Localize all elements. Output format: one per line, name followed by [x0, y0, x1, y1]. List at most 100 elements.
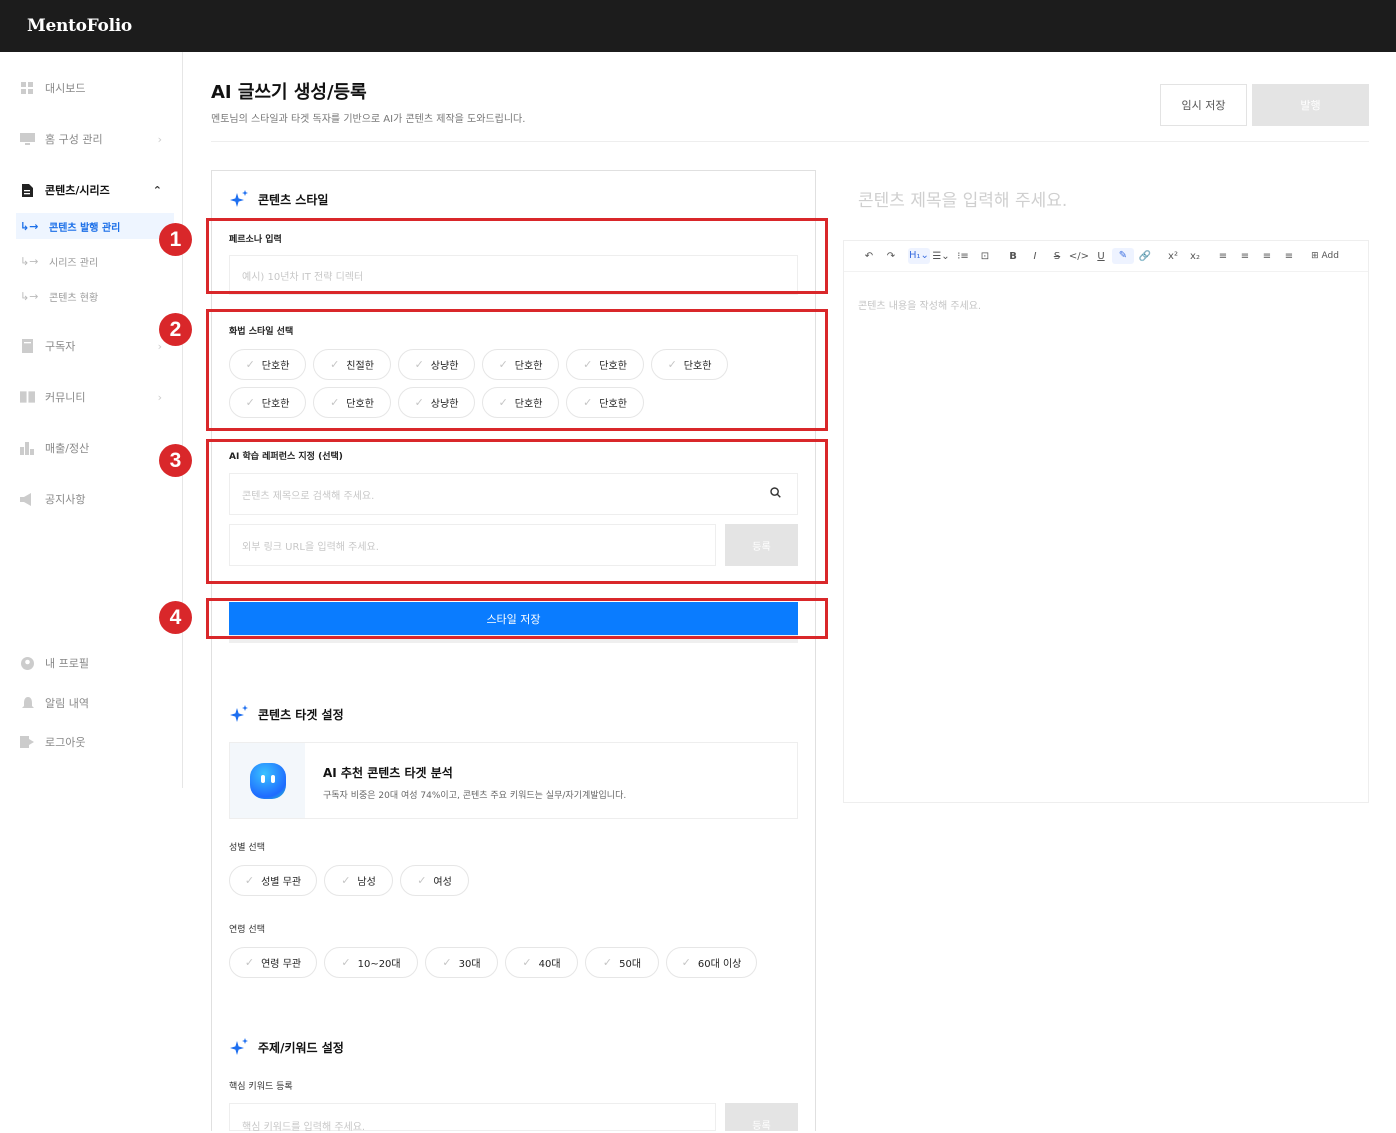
style-section-title: 콘텐츠 스타일 — [230, 190, 328, 208]
sidebar-item-label: 내 프로필 — [45, 657, 89, 670]
sidebar-item-label: 커뮤니티 — [45, 391, 86, 404]
align-center-icon[interactable]: ≡ — [1234, 251, 1256, 262]
sub-arrow-icon: ↳→ — [20, 254, 39, 268]
header-divider — [211, 141, 1369, 142]
ai-target-card: AI 추천 콘텐츠 타겟 분석 구독자 비중은 20대 여성 74%이고, 콘텐… — [229, 742, 798, 819]
sparkle-icon — [230, 1038, 250, 1056]
chip-label: 60대 이상 — [697, 959, 742, 970]
redo-icon[interactable]: ↷ — [880, 251, 902, 262]
blockquote-icon[interactable]: ⁝≡ — [952, 251, 974, 262]
age-chip[interactable]: ✓ 30대 — [425, 947, 498, 978]
sidebar-item-label: 매출/정산 — [45, 442, 90, 455]
sidebar-subitem-publish[interactable]: ↳→ 콘텐츠 발행 관리 — [16, 213, 174, 239]
editor-body-placeholder[interactable]: 콘텐츠 내용을 작성해 주세요. — [858, 297, 981, 312]
highlight-icon[interactable]: ✎ — [1112, 248, 1134, 264]
sparkle-icon — [230, 705, 250, 723]
chevron-right-icon: › — [157, 339, 162, 353]
chevron-right-icon: › — [157, 132, 162, 146]
chip-label: 30대 — [458, 959, 481, 970]
code-block-icon[interactable]: ⊡ — [974, 251, 996, 262]
subscriber-icon — [20, 339, 35, 353]
chip-label: 성별 무관 — [261, 877, 302, 888]
dashboard-icon — [20, 81, 35, 95]
list-icon[interactable]: ☰⌄ — [930, 251, 952, 262]
undo-icon[interactable]: ↶ — [858, 251, 880, 262]
publish-button[interactable]: 발행 — [1252, 84, 1369, 126]
age-chip[interactable]: ✓ 연령 무관 — [229, 947, 317, 978]
page-title: AI 글쓰기 생성/등록 — [211, 82, 367, 103]
heading-icon[interactable]: H₁⌄ — [908, 248, 930, 264]
document-icon — [20, 183, 35, 197]
page-description: 멘토님의 스타일과 타겟 독자를 기반으로 AI가 콘텐츠 제작을 도와드립니다… — [211, 114, 526, 125]
check-icon: ✓ — [442, 956, 452, 969]
check-icon: ✓ — [244, 956, 255, 969]
sidebar-subitem-status[interactable]: ↳→ 콘텐츠 현황 — [16, 283, 174, 309]
chip-label: 10~20대 — [357, 959, 401, 970]
sidebar-item-notifications[interactable]: 알림 내역 — [20, 693, 170, 713]
age-chip[interactable]: ✓ 10~20대 — [324, 947, 418, 978]
ai-card-title: AI 추천 콘텐츠 타겟 분석 — [323, 766, 453, 780]
brand-logo[interactable]: MentoFolio — [27, 16, 132, 36]
check-icon: ✓ — [417, 874, 427, 887]
sidebar-subitem-label: 콘텐츠 현황 — [49, 292, 99, 304]
chevron-right-icon: › — [157, 390, 162, 404]
annotation-badge-1: 1 — [159, 223, 192, 256]
keyword-input[interactable]: 핵심 키워드를 입력해 주세요. — [229, 1103, 716, 1133]
top-bar: MentoFolio — [0, 0, 1396, 52]
chart-icon — [20, 441, 35, 455]
keyword-section-label: 주제/키워드 설정 — [258, 1040, 344, 1055]
sidebar-item-logout[interactable]: 로그아웃 — [20, 732, 170, 752]
sidebar-item-contents[interactable]: 콘텐츠/시리즈 ⌃ — [20, 180, 170, 200]
age-chip[interactable]: ✓ 60대 이상 — [666, 947, 757, 978]
editor-title-input[interactable]: 콘텐츠 제목을 입력해 주세요. — [858, 186, 1067, 211]
superscript-icon[interactable]: x² — [1162, 251, 1184, 262]
align-justify-icon[interactable]: ≡ — [1278, 251, 1300, 262]
sidebar-item-notice[interactable]: 공지사항 — [20, 489, 170, 509]
draft-save-button[interactable]: 임시 저장 — [1160, 84, 1247, 126]
logout-icon — [20, 735, 35, 749]
sidebar-item-profile[interactable]: 내 프로필 — [20, 653, 170, 673]
chip-label: 40대 — [538, 959, 561, 970]
add-image-button[interactable]: ⊞ Add — [1306, 251, 1344, 261]
bold-icon[interactable]: B — [1002, 251, 1024, 262]
chip-label: 50대 — [619, 959, 642, 970]
check-icon: ✓ — [681, 956, 691, 969]
subscript-icon[interactable]: x₂ — [1184, 251, 1206, 262]
underline-icon[interactable]: U — [1090, 251, 1112, 262]
strike-icon[interactable]: S — [1046, 251, 1068, 262]
annotation-badge-2: 2 — [159, 313, 192, 346]
sidebar-item-revenue[interactable]: 매출/정산 — [20, 438, 170, 458]
sparkle-icon — [230, 190, 250, 208]
age-chip[interactable]: ✓ 40대 — [505, 947, 578, 978]
annotation-badge-3: 3 — [159, 444, 192, 477]
sidebar-subitem-series[interactable]: ↳→ 시리즈 관리 — [16, 248, 174, 274]
sidebar-item-label: 로그아웃 — [45, 736, 86, 749]
keyword-register-button[interactable]: 등록 — [725, 1103, 798, 1132]
check-icon: ✓ — [602, 956, 613, 969]
megaphone-icon — [20, 492, 35, 506]
check-icon: ✓ — [244, 874, 255, 887]
ai-card-description: 구독자 비중은 20대 여성 74%이고, 콘텐츠 주요 키워드는 실무/자기계… — [323, 791, 627, 801]
sidebar-item-community[interactable]: 커뮤니티 › — [20, 387, 170, 407]
check-icon: ✓ — [522, 956, 532, 969]
sidebar-subitem-label: 시리즈 관리 — [49, 257, 99, 269]
link-icon[interactable]: 🔗 — [1134, 251, 1156, 262]
bell-icon — [20, 696, 35, 710]
gender-chip[interactable]: ✓ 성별 무관 — [229, 865, 317, 896]
align-right-icon[interactable]: ≡ — [1256, 251, 1278, 262]
target-section-title: 콘텐츠 타겟 설정 — [230, 705, 344, 723]
align-left-icon[interactable]: ≡ — [1212, 251, 1234, 262]
book-icon — [20, 390, 35, 404]
annotation-box-3 — [206, 439, 828, 584]
sidebar-item-home-layout[interactable]: 홈 구성 관리 › — [20, 129, 170, 149]
age-chip[interactable]: ✓ 50대 — [585, 947, 659, 978]
gender-chip[interactable]: ✓ 여성 — [400, 865, 469, 896]
sidebar-item-subscribers[interactable]: 구독자 › — [20, 336, 170, 356]
code-icon[interactable]: </> — [1068, 251, 1090, 262]
gender-chip[interactable]: ✓ 남성 — [324, 865, 393, 896]
italic-icon[interactable]: I — [1024, 251, 1046, 262]
monitor-icon — [20, 132, 35, 146]
sidebar-item-dashboard[interactable]: 대시보드 — [20, 78, 170, 98]
target-section-label: 콘텐츠 타겟 설정 — [258, 707, 344, 722]
gender-label: 성별 선택 — [229, 843, 265, 853]
